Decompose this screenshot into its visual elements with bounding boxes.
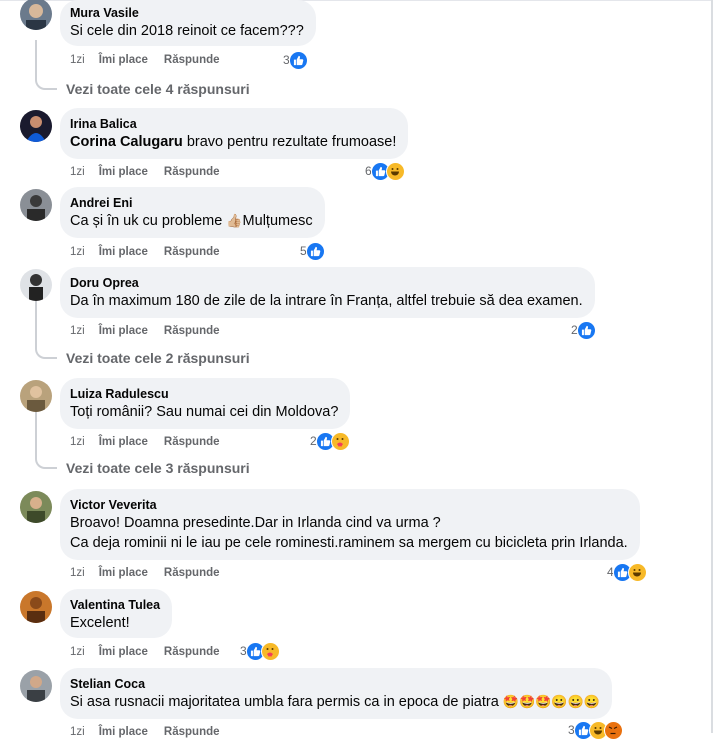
comment-actions: 1zi Îmi place Răspunde xyxy=(70,323,236,339)
comment-bubble: Doru Oprea Da în maximum 180 de zile de … xyxy=(60,267,595,318)
reaction-summary[interactable]: 3 xyxy=(568,720,623,740)
comment-time[interactable]: 1zi xyxy=(70,726,85,738)
comment-time[interactable]: 1zi xyxy=(70,436,85,448)
comment-actions: 1zi Îmi place Răspunde xyxy=(70,244,236,260)
comment-time[interactable]: 1zi xyxy=(70,246,85,258)
comment-text: Toți românii? Sau numai cei din Moldova? xyxy=(70,404,339,420)
like-button[interactable]: Îmi place xyxy=(99,246,148,258)
like-button[interactable]: Îmi place xyxy=(99,166,148,178)
haha-reaction-icon xyxy=(627,562,647,582)
comment-bubble: Mura Vasile Si cele din 2018 reinoit ce … xyxy=(60,0,316,46)
comment-text-body: Ca și în uk cu probleme xyxy=(70,213,227,229)
care-reaction-icon xyxy=(260,641,280,661)
reaction-summary[interactable]: 6 xyxy=(365,161,405,181)
comment-text: Ca deja rominii ni le iau pe cele romine… xyxy=(70,535,628,551)
comment-time[interactable]: 1zi xyxy=(70,567,85,579)
reaction-summary[interactable]: 3 xyxy=(240,641,280,661)
comment-actions: 1zi Îmi place Răspunde xyxy=(70,644,236,660)
reply-button[interactable]: Răspunde xyxy=(164,54,220,66)
reaction-summary[interactable]: 5 xyxy=(300,241,325,261)
like-button[interactable]: Îmi place xyxy=(99,325,148,337)
thread-line xyxy=(35,412,37,457)
reply-button[interactable]: Răspunde xyxy=(164,246,220,258)
thread-connector xyxy=(35,78,57,90)
comment-bubble: Valentina Tulea Excelent! xyxy=(60,589,173,638)
comment-author[interactable]: Doru Oprea xyxy=(70,275,583,291)
reaction-summary[interactable]: 2 xyxy=(571,320,596,340)
view-replies-link[interactable]: Vezi toate cele 3 răspunsuri xyxy=(66,460,250,476)
like-reaction-icon xyxy=(305,241,325,261)
comment-bubble: Andrei Eni Ca și în uk cu probleme 👍🏼Mul… xyxy=(60,187,325,238)
comment-bubble: Irina Balica Corina Calugaru bravo pentr… xyxy=(60,108,409,159)
comment-text: Da în maximum 180 de zile de la intrare … xyxy=(70,293,583,309)
mention-link[interactable]: Corina Calugaru xyxy=(70,134,183,150)
view-replies-link[interactable]: Vezi toate cele 4 răspunsuri xyxy=(66,81,250,97)
like-button[interactable]: Îmi place xyxy=(99,646,148,658)
care-reaction-icon xyxy=(330,431,350,451)
comment-text-body: Si asa rusnacii majoritatea umbla fara p… xyxy=(70,694,503,710)
comment-text: Si cele din 2018 reinoit ce facem??? xyxy=(70,23,304,39)
comment-actions: 1zi Îmi place Răspunde xyxy=(70,434,236,450)
comment-bubble: Luiza Radulescu Toți românii? Sau numai … xyxy=(60,378,351,429)
comment-text: Broavo! Doamna presedinte.Dar in Irlanda… xyxy=(70,515,441,531)
angry-reaction-icon xyxy=(603,720,623,740)
comment-author[interactable]: Luiza Radulescu xyxy=(70,386,338,402)
comment-author[interactable]: Victor Veverita xyxy=(70,497,628,513)
comment-text: Corina Calugaru bravo pentru rezultate f… xyxy=(70,132,396,152)
like-button[interactable]: Îmi place xyxy=(99,567,148,579)
comment-bubble: Victor Veverita Broavo! Doamna presedint… xyxy=(60,489,640,560)
comment-actions: 1zi Îmi place Răspunde xyxy=(70,52,236,68)
comment-bubble: Stelian Coca Si asa rusnacii majoritatea… xyxy=(60,668,612,719)
haha-reaction-icon xyxy=(385,161,405,181)
like-reaction-icon xyxy=(576,320,596,340)
like-button[interactable]: Îmi place xyxy=(99,54,148,66)
comment-text: Si asa rusnacii majoritatea umbla fara p… xyxy=(70,692,600,712)
comment-author[interactable]: Andrei Eni xyxy=(70,195,313,211)
comment-actions: 1zi Îmi place Răspunde xyxy=(70,164,236,180)
like-button[interactable]: Îmi place xyxy=(99,436,148,448)
thread-connector xyxy=(35,347,57,359)
reply-button[interactable]: Răspunde xyxy=(164,436,220,448)
comment-time[interactable]: 1zi xyxy=(70,54,85,66)
avatar[interactable] xyxy=(20,189,52,221)
like-button[interactable]: Îmi place xyxy=(99,726,148,738)
avatar[interactable] xyxy=(20,269,52,301)
reply-button[interactable]: Răspunde xyxy=(164,646,220,658)
comment-time[interactable]: 1zi xyxy=(70,166,85,178)
reply-button[interactable]: Răspunde xyxy=(164,325,220,337)
avatar[interactable] xyxy=(20,591,52,623)
comment-text: Excelent! xyxy=(70,615,130,631)
reply-button[interactable]: Răspunde xyxy=(164,166,220,178)
comment-author[interactable]: Irina Balica xyxy=(70,116,396,132)
thread-line xyxy=(35,301,37,347)
avatar[interactable] xyxy=(20,0,52,30)
avatar[interactable] xyxy=(20,491,52,523)
emoji-sequence-icon: 🤩🤩🤩😀😀😀 xyxy=(502,694,600,709)
comment-author[interactable]: Stelian Coca xyxy=(70,676,600,692)
comment-actions: 1zi Îmi place Răspunde xyxy=(70,565,236,581)
reaction-summary[interactable]: 4 xyxy=(607,562,647,582)
thumbs-up-emoji-icon: 👍🏼 xyxy=(226,213,243,228)
view-replies-link[interactable]: Vezi toate cele 2 răspunsuri xyxy=(66,350,250,366)
reply-button[interactable]: Răspunde xyxy=(164,567,220,579)
comment-time[interactable]: 1zi xyxy=(70,646,85,658)
comment-text-body: bravo pentru rezultate frumoase! xyxy=(182,134,397,150)
comment-time[interactable]: 1zi xyxy=(70,325,85,337)
reply-button[interactable]: Răspunde xyxy=(164,726,220,738)
comment-author[interactable]: Valentina Tulea xyxy=(70,597,160,613)
like-reaction-icon xyxy=(288,50,308,70)
avatar[interactable] xyxy=(20,110,52,142)
thread-connector xyxy=(35,457,57,469)
avatar[interactable] xyxy=(20,380,52,412)
comment-actions: 1zi Îmi place Răspunde xyxy=(70,724,236,740)
thread-line xyxy=(35,40,37,78)
avatar[interactable] xyxy=(20,670,52,702)
reaction-summary[interactable]: 2 xyxy=(310,431,350,451)
comment-text-body: Mulțumesc xyxy=(242,213,313,229)
reaction-summary[interactable]: 3 xyxy=(283,50,308,70)
comment-author[interactable]: Mura Vasile xyxy=(70,5,304,21)
comment-text: Ca și în uk cu probleme 👍🏼Mulțumesc xyxy=(70,211,313,231)
